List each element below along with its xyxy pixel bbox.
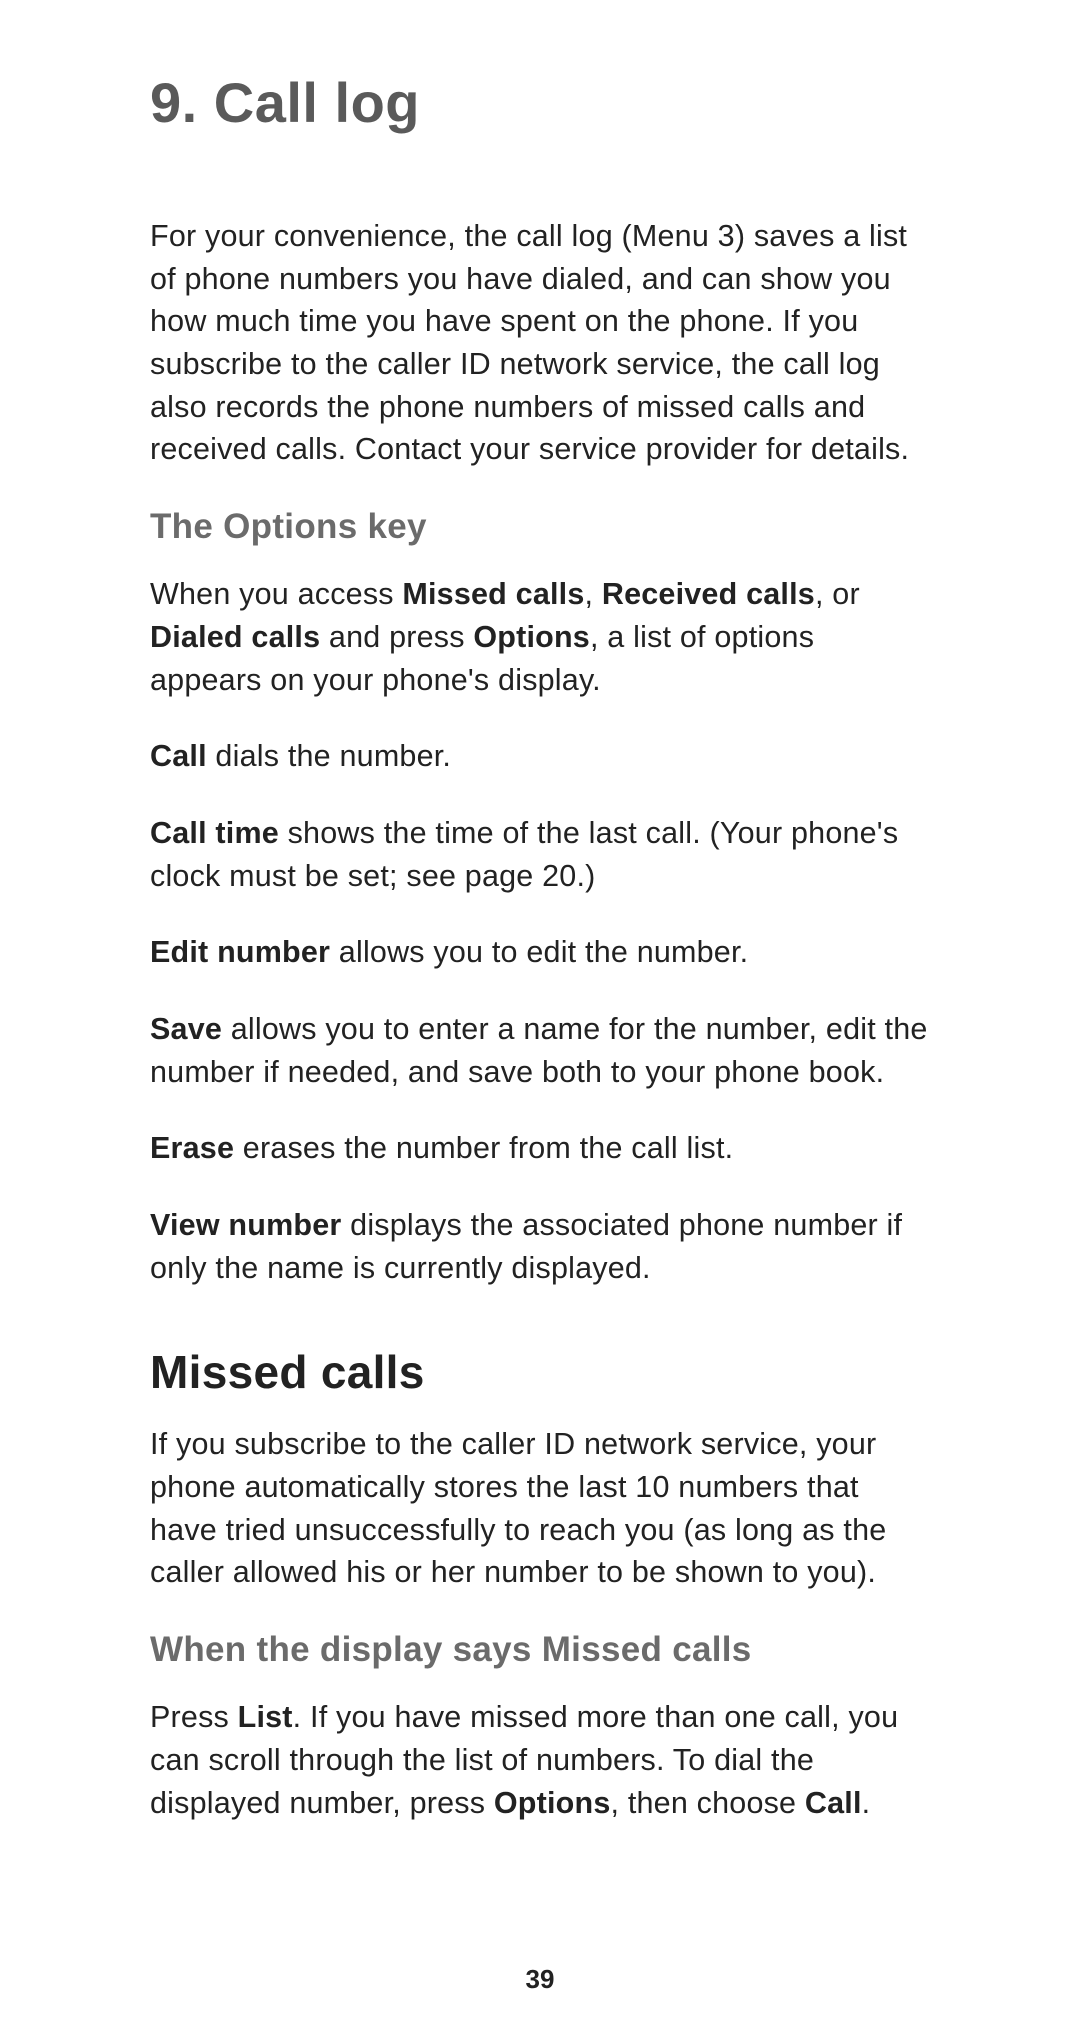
chapter-title: 9. Call log — [150, 70, 930, 135]
text: When you access — [150, 577, 402, 611]
bold-options-key: Options — [494, 1786, 611, 1820]
missed-calls-press-list: Press List. If you have missed more than… — [150, 1696, 930, 1824]
bold-received-calls: Received calls — [602, 577, 815, 611]
option-save: Save allows you to enter a name for the … — [150, 1008, 930, 1093]
intro-paragraph: For your convenience, the call log (Menu… — [150, 215, 930, 471]
bold-list-key: List — [238, 1700, 293, 1734]
bold-call-time: Call time — [150, 816, 279, 850]
text: and press — [320, 620, 473, 654]
page-number: 39 — [0, 1964, 1080, 1995]
text: erases the number from the call list. — [234, 1131, 733, 1165]
bold-save: Save — [150, 1012, 222, 1046]
option-edit-number: Edit number allows you to edit the numbe… — [150, 931, 930, 974]
text: . — [862, 1786, 871, 1820]
bold-call: Call — [150, 739, 207, 773]
bold-edit-number: Edit number — [150, 935, 330, 969]
missed-calls-intro: If you subscribe to the caller ID networ… — [150, 1423, 930, 1594]
text: allows you to edit the number. — [330, 935, 748, 969]
option-call: Call dials the number. — [150, 735, 930, 778]
missed-calls-heading: Missed calls — [150, 1345, 930, 1399]
manual-page: 9. Call log For your convenience, the ca… — [0, 0, 1080, 2039]
bold-call-option: Call — [805, 1786, 862, 1820]
options-key-intro: When you access Missed calls, Received c… — [150, 573, 930, 701]
bold-erase: Erase — [150, 1131, 234, 1165]
bold-options: Options — [473, 620, 590, 654]
text: Press — [150, 1700, 238, 1734]
missed-calls-subheading: When the display says Missed calls — [150, 1630, 930, 1670]
bold-dialed-calls: Dialed calls — [150, 620, 320, 654]
text: dials the number. — [207, 739, 451, 773]
option-erase: Erase erases the number from the call li… — [150, 1127, 930, 1170]
bold-missed-calls: Missed calls — [402, 577, 584, 611]
text: allows you to enter a name for the numbe… — [150, 1012, 928, 1089]
text: , then choose — [610, 1786, 804, 1820]
options-key-heading: The Options key — [150, 507, 930, 547]
bold-view-number: View number — [150, 1208, 341, 1242]
text: , or — [815, 577, 860, 611]
text: , — [585, 577, 602, 611]
option-call-time: Call time shows the time of the last cal… — [150, 812, 930, 897]
option-view-number: View number displays the associated phon… — [150, 1204, 930, 1289]
